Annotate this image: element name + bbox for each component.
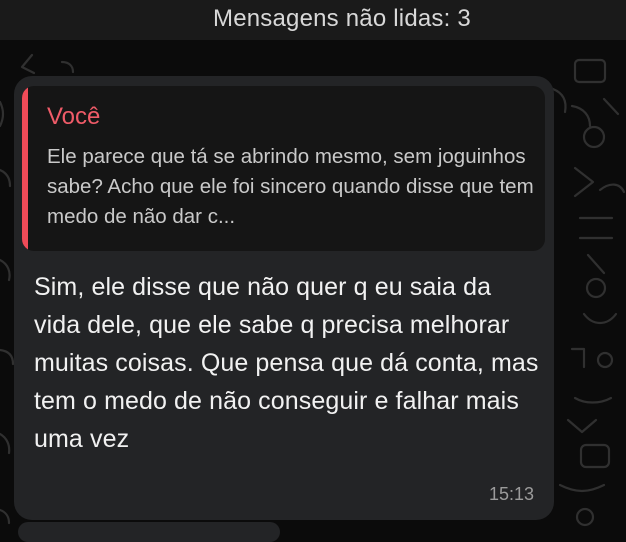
quoted-text: Ele parece que tá se abrindo mesmo, sem … bbox=[47, 145, 534, 228]
quoted-author: Você bbox=[47, 103, 101, 130]
quoted-message[interactable]: Você Ele parece que tá se abrindo mesmo,… bbox=[22, 86, 545, 251]
message-bubble[interactable]: Você Ele parece que tá se abrindo mesmo,… bbox=[14, 76, 554, 520]
unread-messages-text: Mensagens não lidas: 3 bbox=[213, 5, 471, 32]
message-text: Sim, ele disse que não quer q eu saia da… bbox=[34, 273, 539, 453]
next-message-bubble[interactable] bbox=[18, 522, 280, 542]
quote-accent-bar bbox=[22, 86, 28, 251]
unread-messages-banner: Mensagens não lidas: 3 bbox=[0, 0, 626, 40]
message-time: 15:13 bbox=[488, 484, 534, 504]
